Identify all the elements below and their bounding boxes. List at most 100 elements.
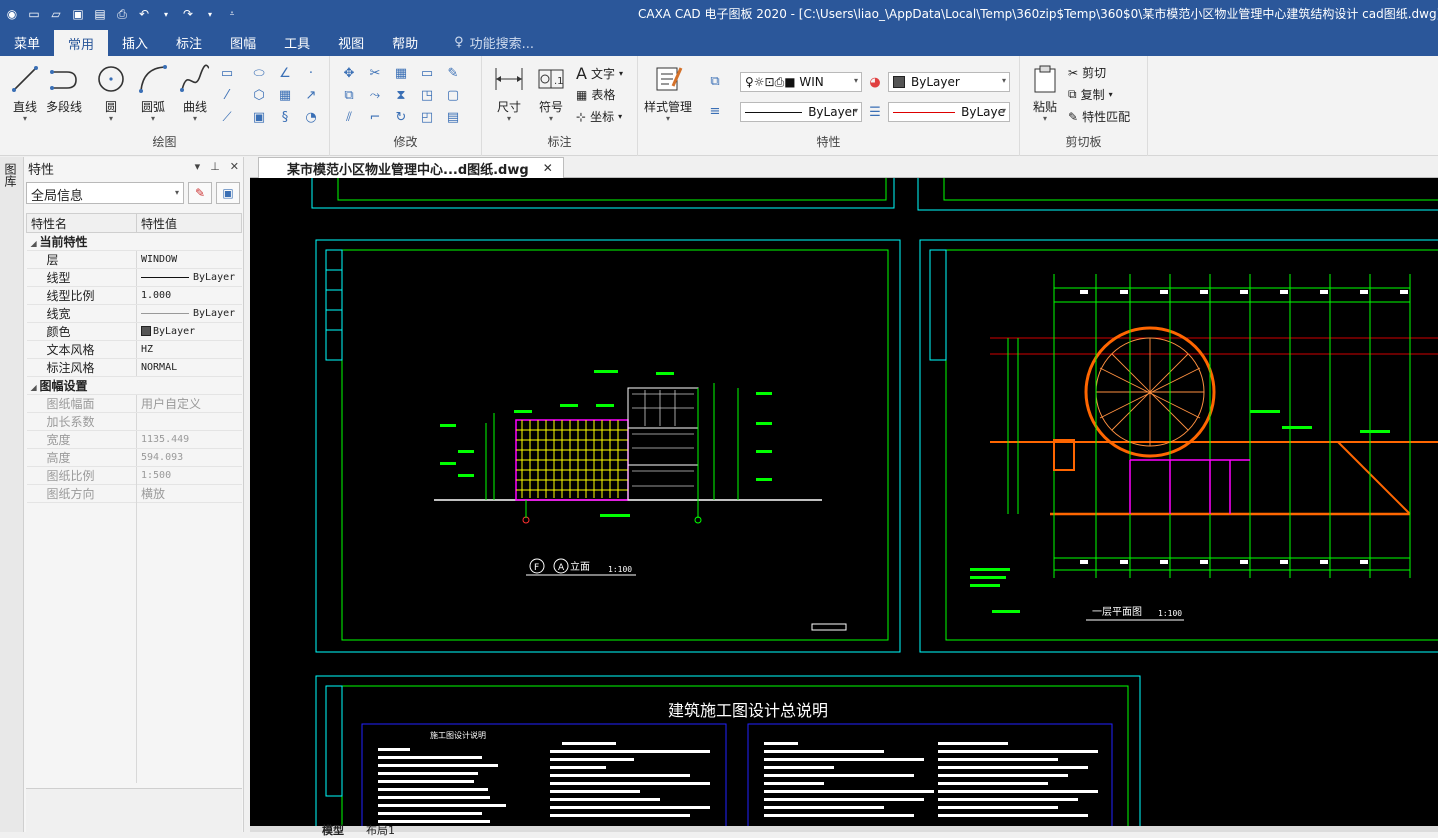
polygon-icon[interactable]: ⬡ <box>250 86 268 104</box>
stretch-icon[interactable]: ▭ <box>418 64 436 82</box>
clear-selection-button[interactable]: ✎ <box>188 182 212 204</box>
line-button[interactable]: 直线 ▾ <box>8 62 42 123</box>
coordinate-button[interactable]: ⊹ 坐标 ▾ <box>576 108 622 125</box>
table-row[interactable]: 图纸幅面 用户自定义 <box>26 394 242 413</box>
symbol-button[interactable]: .1 符号 ▾ <box>534 62 568 123</box>
tab-view[interactable]: 视图 <box>324 28 378 56</box>
quick-select-button[interactable]: ▣ <box>216 182 240 204</box>
column-header-value[interactable]: 特性值 <box>136 213 242 233</box>
lineweight-icon[interactable]: ☰ <box>866 103 884 121</box>
layout-tab-layout1[interactable]: 布局1 <box>366 822 395 838</box>
line-icon <box>8 62 42 96</box>
linetype-icon[interactable]: ≡ <box>706 102 724 120</box>
tab-help[interactable]: 帮助 <box>378 28 432 56</box>
block-icon[interactable]: ▣ <box>250 108 268 126</box>
color-combo[interactable]: ByLayer ▾ <box>888 72 1010 92</box>
layer-combo[interactable]: ♀☼⊡⎙■ WIN ▾ <box>740 72 862 92</box>
lineweight-combo[interactable]: ByLaye ▾ <box>888 102 1010 122</box>
layer-manager-icon[interactable]: ⧉ <box>706 72 724 90</box>
pin-icon[interactable]: ⊥ <box>210 160 220 173</box>
array-icon[interactable]: ▦ <box>392 64 410 82</box>
hatch-icon[interactable]: ▦ <box>276 86 294 104</box>
region-icon[interactable]: ◔ <box>302 108 320 126</box>
rectangle-icon[interactable]: ▭ <box>218 64 236 82</box>
arc-button[interactable]: 圆弧 ▾ <box>136 62 170 123</box>
mirror-icon[interactable]: ⧗ <box>392 86 410 104</box>
break-icon[interactable]: ⌐ <box>366 108 384 126</box>
extend-icon[interactable]: ⤳ <box>366 86 384 104</box>
undo-dropdown-icon[interactable]: ▾ <box>158 6 174 22</box>
app-logo-icon[interactable]: ◉ <box>4 6 20 22</box>
panel-menu-icon[interactable]: ▾ <box>195 160 201 173</box>
table-row[interactable]: 层 WINDOW <box>26 250 242 269</box>
drawing-canvas[interactable]: F A 立面 1:100 一层平面图 1:100 建筑施工图设计总说明 施工图设… <box>250 178 1438 826</box>
object-selector[interactable]: 全局信息 ▾ <box>26 182 184 204</box>
tab-common[interactable]: 常用 <box>54 30 109 56</box>
redo-dropdown-icon[interactable]: ▾ <box>202 6 218 22</box>
edit-icon[interactable]: ▤ <box>444 108 462 126</box>
table-row[interactable]: 线型比例 1.000 <box>26 286 242 305</box>
move-icon[interactable]: ✥ <box>340 64 358 82</box>
tab-insert[interactable]: 插入 <box>108 28 162 56</box>
ellipse-icon[interactable]: ⬭ <box>250 64 268 82</box>
construction-line-icon[interactable]: ⟋ <box>218 108 236 126</box>
fillet-icon[interactable]: ◰ <box>418 108 436 126</box>
curve-button[interactable]: 曲线 ▾ <box>178 62 212 123</box>
section-current[interactable]: ◢ 当前特性 <box>26 232 242 251</box>
customize-qat-icon[interactable]: ⩡ <box>224 6 240 22</box>
feature-search[interactable]: ♀ 功能搜索... <box>440 28 548 56</box>
circle-button[interactable]: 圆 ▾ <box>94 62 128 123</box>
linetype-combo[interactable]: ByLayer ▾ <box>740 102 862 122</box>
close-icon[interactable]: ✕ <box>230 160 239 173</box>
match-properties-button[interactable]: ✎ 特性匹配 <box>1068 108 1130 125</box>
document-tab[interactable]: 某市模范小区物业管理中心...d图纸.dwg ✕ <box>258 157 564 178</box>
style-manager-button[interactable]: 样式管理 ▾ <box>644 62 692 123</box>
angle-icon[interactable]: ∠ <box>276 64 294 82</box>
trim-icon[interactable]: ✂ <box>366 64 384 82</box>
tab-menu[interactable]: 菜单 <box>0 28 54 56</box>
close-tab-icon[interactable]: ✕ <box>543 161 553 175</box>
table-row[interactable]: 宽度 1135.449 <box>26 430 242 449</box>
open-folder-icon[interactable]: ▱ <box>48 6 64 22</box>
table-row[interactable]: 图纸方向 横放 <box>26 484 242 503</box>
rotate-icon[interactable]: ↻ <box>392 108 410 126</box>
color-wheel-icon[interactable]: ◕ <box>866 73 884 91</box>
table-row[interactable]: 图纸比例 1:500 <box>26 466 242 485</box>
scale-icon[interactable]: ◳ <box>418 86 436 104</box>
paste-button[interactable]: 粘贴 ▾ <box>1028 62 1062 123</box>
save-as-icon[interactable]: ▤ <box>92 6 108 22</box>
redo-icon[interactable]: ↷ <box>180 6 196 22</box>
print-icon[interactable]: ⎙ <box>114 6 130 22</box>
undo-icon[interactable]: ↶ <box>136 6 152 22</box>
table-row[interactable]: 线型 ByLayer <box>26 268 242 287</box>
table-row[interactable]: 线宽 ByLayer <box>26 304 242 323</box>
column-header-name[interactable]: 特性名 <box>26 213 137 233</box>
point-icon[interactable]: · <box>302 64 320 82</box>
layout-tab-model[interactable]: 模型 <box>322 822 344 838</box>
save-icon[interactable]: ▣ <box>70 6 86 22</box>
table-row[interactable]: 加长系数 <box>26 412 242 431</box>
copy-object-icon[interactable]: ⧉ <box>340 86 358 104</box>
explode-icon[interactable]: ▢ <box>444 86 462 104</box>
polyline-button[interactable]: 多段线 <box>46 62 82 115</box>
section-sheet-settings[interactable]: ◢ 图幅设置 <box>26 376 242 395</box>
brush-icon[interactable]: ✎ <box>444 64 462 82</box>
table-row[interactable]: 高度 594.093 <box>26 448 242 467</box>
offset-icon[interactable]: ⫽ <box>340 108 358 126</box>
table-button[interactable]: ▦ 表格 <box>576 86 615 103</box>
arrow-icon[interactable]: ↗ <box>302 86 320 104</box>
text-button[interactable]: A 文字 ▾ <box>576 64 623 83</box>
tab-sheet[interactable]: 图幅 <box>216 28 270 56</box>
tab-tools[interactable]: 工具 <box>270 28 324 56</box>
library-tab[interactable]: 图库 <box>3 163 19 187</box>
dimension-button[interactable]: 尺寸 ▾ <box>492 62 526 123</box>
copy-button[interactable]: ⧉ 复制 ▾ <box>1068 86 1113 103</box>
table-row[interactable]: 标注风格 NORMAL <box>26 358 242 377</box>
parallel-line-icon[interactable]: ⁄ <box>218 86 236 104</box>
table-row[interactable]: 颜色 ByLayer <box>26 322 242 341</box>
new-file-icon[interactable]: ▭ <box>26 6 42 22</box>
table-row[interactable]: 文本风格 HZ <box>26 340 242 359</box>
tab-annotate[interactable]: 标注 <box>162 28 216 56</box>
spline-icon[interactable]: § <box>276 108 294 126</box>
cut-button[interactable]: ✂ 剪切 <box>1068 64 1106 81</box>
